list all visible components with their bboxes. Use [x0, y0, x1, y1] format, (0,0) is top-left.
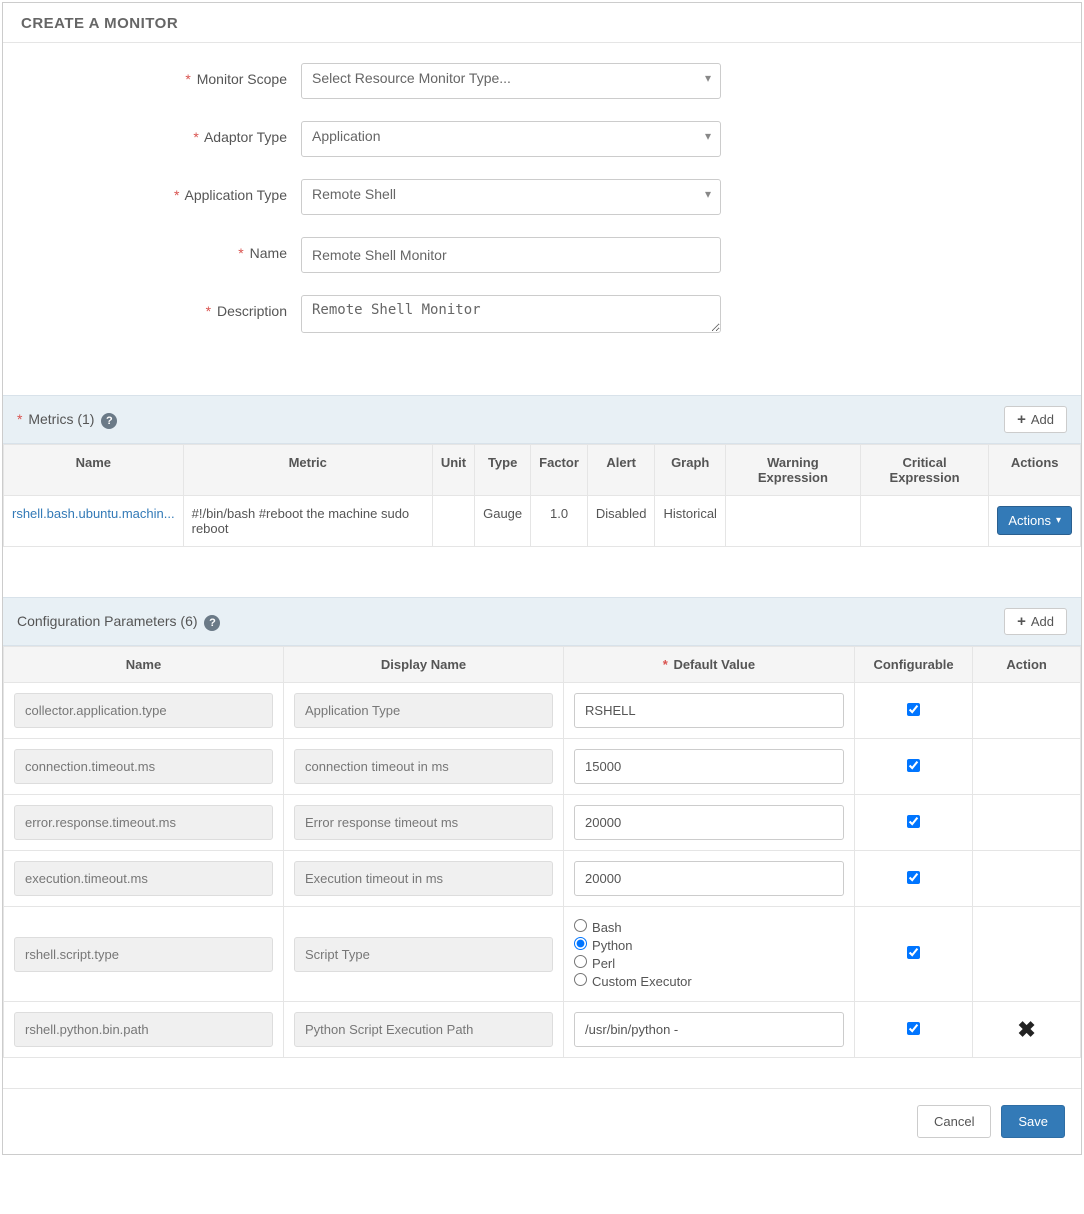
name-input[interactable] [301, 237, 721, 273]
script-type-radio-group[interactable]: BashPythonPerlCustom Executor [574, 919, 844, 989]
adaptor-type-label: * Adaptor Type [21, 121, 301, 145]
config-display-input [294, 861, 553, 896]
metrics-column-header: Critical Expression [860, 445, 988, 496]
configurable-checkbox[interactable] [907, 703, 920, 716]
config-display-input [294, 805, 553, 840]
configurable-checkbox[interactable] [907, 871, 920, 884]
metric-graph: Historical [655, 496, 725, 547]
metric-factor: 1.0 [531, 496, 588, 547]
config-column-header: Configurable [854, 647, 972, 683]
page-title: CREATE A MONITOR [21, 15, 1063, 32]
config-column-header: Name [4, 647, 284, 683]
config-display-input [294, 1012, 553, 1047]
metrics-column-header: Unit [432, 445, 474, 496]
metric-unit [432, 496, 474, 547]
config-name-input [14, 749, 273, 784]
config-display-input [294, 937, 553, 972]
script-type-option[interactable] [574, 973, 587, 986]
metric-text: #!/bin/bash #reboot the machine sudo reb… [183, 496, 432, 547]
config-column-header: * Default Value [564, 647, 855, 683]
table-row [4, 683, 1081, 739]
application-type-select[interactable]: Remote Shell [301, 179, 721, 215]
configurable-checkbox[interactable] [907, 815, 920, 828]
metric-type: Gauge [475, 496, 531, 547]
table-row: BashPythonPerlCustom Executor [4, 907, 1081, 1002]
monitor-scope-label: * Monitor Scope [21, 63, 301, 87]
metrics-table: NameMetricUnitTypeFactorAlertGraphWarnin… [3, 444, 1081, 547]
save-button[interactable]: Save [1001, 1105, 1065, 1138]
config-count: (6) [180, 613, 197, 629]
metrics-column-header: Factor [531, 445, 588, 496]
adaptor-type-select[interactable]: Application [301, 121, 721, 157]
metrics-column-header: Name [4, 445, 184, 496]
name-label: * Name [21, 237, 301, 261]
footer: Cancel Save [3, 1088, 1081, 1154]
cancel-button[interactable]: Cancel [917, 1105, 991, 1138]
config-name-input [14, 937, 273, 972]
description-label: * Description [21, 295, 301, 319]
config-name-input [14, 861, 273, 896]
config-panel-header: Configuration Parameters (6) ? + Add [3, 597, 1081, 646]
monitor-scope-select[interactable]: Select Resource Monitor Type... [301, 63, 721, 99]
config-value-input[interactable] [574, 861, 844, 896]
metrics-panel-header: * Metrics (1) ? + Add [3, 395, 1081, 444]
configurable-checkbox[interactable] [907, 946, 920, 959]
plus-icon: + [1017, 412, 1026, 427]
config-name-input [14, 693, 273, 728]
config-name-input [14, 1012, 273, 1047]
description-input[interactable]: Remote Shell Monitor [301, 295, 721, 333]
application-type-label: * Application Type [21, 179, 301, 203]
config-display-input [294, 749, 553, 784]
metrics-count: (1) [77, 411, 94, 427]
config-display-input [294, 693, 553, 728]
help-icon[interactable]: ? [101, 413, 117, 429]
config-column-header: Action [973, 647, 1081, 683]
create-monitor-panel: CREATE A MONITOR * Monitor Scope Select … [2, 2, 1082, 1155]
config-table: NameDisplay Name* Default ValueConfigura… [3, 646, 1081, 1058]
plus-icon: + [1017, 614, 1026, 629]
configurable-checkbox[interactable] [907, 759, 920, 772]
metrics-column-header: Alert [587, 445, 655, 496]
metric-critical [860, 496, 988, 547]
help-icon[interactable]: ? [204, 615, 220, 631]
add-metric-button[interactable]: + Add [1004, 406, 1067, 433]
script-type-option[interactable] [574, 919, 587, 932]
metric-warning [725, 496, 860, 547]
config-name-input [14, 805, 273, 840]
metrics-column-header: Actions [989, 445, 1081, 496]
metrics-title: Metrics [28, 411, 73, 427]
config-column-header: Display Name [284, 647, 564, 683]
metrics-column-header: Graph [655, 445, 725, 496]
table-row [4, 795, 1081, 851]
table-row [4, 851, 1081, 907]
config-value-input[interactable] [574, 693, 844, 728]
panel-header: CREATE A MONITOR [3, 3, 1081, 43]
config-value-input[interactable] [574, 805, 844, 840]
script-type-option[interactable] [574, 937, 587, 950]
add-config-button[interactable]: + Add [1004, 608, 1067, 635]
metric-actions-button[interactable]: Actions [997, 506, 1072, 535]
metrics-column-header: Warning Expression [725, 445, 860, 496]
metrics-column-header: Metric [183, 445, 432, 496]
table-row: rshell.bash.ubuntu.machin... #!/bin/bash … [4, 496, 1081, 547]
metrics-column-header: Type [475, 445, 531, 496]
delete-row-icon[interactable]: ✖ [983, 1017, 1070, 1043]
config-title: Configuration Parameters [17, 613, 177, 629]
script-type-option[interactable] [574, 955, 587, 968]
table-row: ✖ [4, 1002, 1081, 1058]
metric-name-link[interactable]: rshell.bash.ubuntu.machin... [12, 506, 175, 521]
table-row [4, 739, 1081, 795]
metric-alert: Disabled [587, 496, 655, 547]
config-value-input[interactable] [574, 1012, 844, 1047]
configurable-checkbox[interactable] [907, 1022, 920, 1035]
monitor-form: * Monitor Scope Select Resource Monitor … [3, 43, 1081, 395]
config-value-input[interactable] [574, 749, 844, 784]
